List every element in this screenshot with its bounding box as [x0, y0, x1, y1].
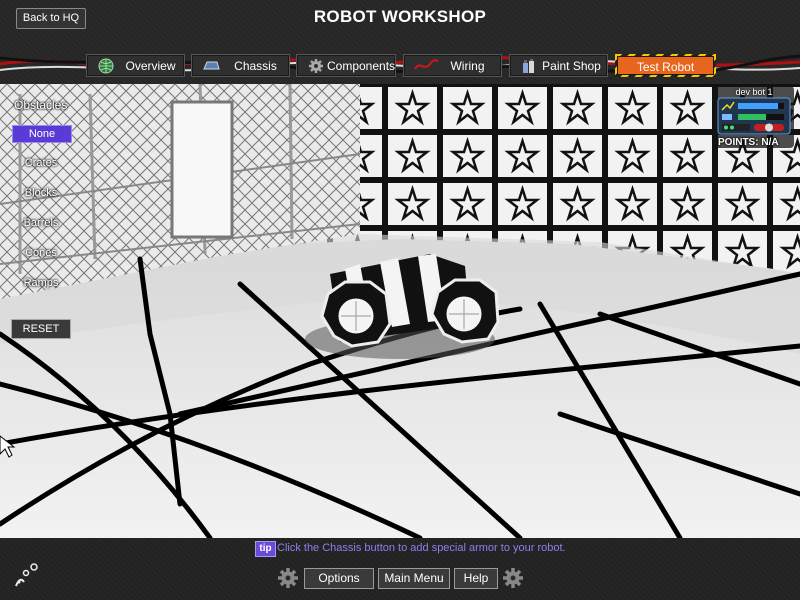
battery-icon	[722, 114, 732, 120]
tab-chassis[interactable]: Chassis	[191, 54, 290, 77]
robot-name: dev bot 1	[735, 87, 773, 97]
studio-logo-icon	[15, 563, 38, 587]
points-readout: POINTS: N/A	[718, 137, 798, 148]
obstacle-option-cones[interactable]: Cones	[12, 245, 70, 261]
points-value: N/A	[761, 137, 779, 148]
tab-label: Chassis	[234, 59, 277, 73]
tab-label: Wiring	[450, 59, 485, 73]
gear-icon	[503, 568, 523, 588]
tab-overview[interactable]: Overview	[86, 54, 185, 77]
tab-label: Test Robot	[636, 60, 695, 74]
globe-icon	[98, 58, 114, 74]
gear-icon	[278, 568, 298, 588]
tab-test-robot[interactable]: Test Robot	[615, 54, 716, 77]
obstacle-option-crates[interactable]: Crates	[12, 155, 70, 171]
arena-render	[0, 84, 800, 538]
header-bar: Back to HQ ROBOT WORKSHOP Overview Chass…	[0, 0, 800, 84]
obstacle-option-barrels[interactable]: Barrels	[12, 215, 70, 231]
points-label: POINTS:	[718, 137, 759, 148]
tip-text: Click the Chassis button to add special …	[277, 542, 566, 554]
help-button[interactable]: Help	[454, 568, 498, 589]
obstacle-option-blocks[interactable]: Blocks	[12, 185, 70, 201]
options-button[interactable]: Options	[304, 568, 374, 589]
tab-label: Overview	[125, 59, 176, 73]
obstacles-label: Obstacles	[14, 98, 68, 112]
obstacle-option-ramps[interactable]: Ramps	[12, 275, 70, 291]
tab-wiring[interactable]: Wiring	[403, 54, 502, 77]
tip-badge: tip	[255, 541, 276, 557]
reset-button[interactable]: RESET	[11, 319, 71, 339]
page-title: ROBOT WORKSHOP	[313, 7, 487, 26]
main-menu-button[interactable]: Main Menu	[378, 568, 450, 589]
chassis-icon	[203, 61, 220, 70]
test-arena-viewport[interactable]	[0, 84, 800, 538]
obstacle-option-none[interactable]: None	[12, 125, 72, 143]
tab-components[interactable]: Components	[296, 54, 396, 77]
tab-paint-shop[interactable]: Paint Shop	[509, 54, 608, 77]
tab-label: Paint Shop	[542, 59, 601, 73]
gear-icon	[309, 59, 323, 73]
footer-bar: tip Click the Chassis button to add spec…	[0, 538, 800, 600]
tab-label: Components	[327, 59, 396, 73]
